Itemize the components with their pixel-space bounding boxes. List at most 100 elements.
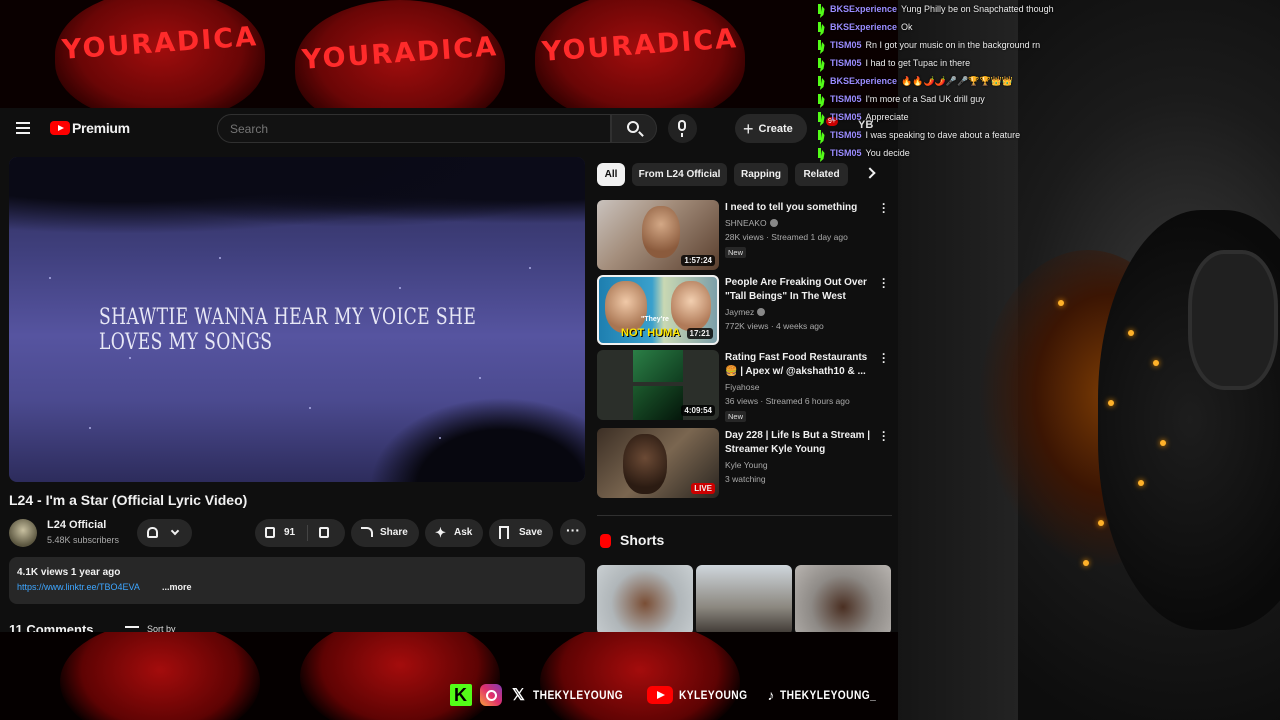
- recommendation-thumbnail[interactable]: "They're NOT HUMA 17:21: [597, 275, 719, 345]
- overlay-cap-image: YOURADICA: [295, 0, 505, 108]
- chevron-down-icon: [170, 526, 180, 536]
- recommendation-item[interactable]: LIVE Day 228 | Life Is But a Stream | St…: [597, 426, 892, 498]
- light-spark: [1098, 520, 1104, 526]
- chip-from-channel[interactable]: From L24 Official: [632, 163, 727, 186]
- chat-text: I'm more of a Sad UK drill guy: [865, 94, 985, 104]
- share-button[interactable]: Share: [351, 519, 419, 547]
- recommendation-channel[interactable]: Fiyahose: [725, 382, 760, 392]
- thumb-up-icon[interactable]: [265, 527, 275, 538]
- bell-icon: [147, 527, 158, 538]
- chat-text: Ok: [901, 22, 913, 32]
- chat-message: TISM05 Rn I got your music on in the bac…: [818, 36, 1080, 54]
- star: [439, 437, 441, 439]
- youtube-handle: KYLEYOUNG: [678, 688, 748, 702]
- cap-text: YOURADICA: [60, 21, 259, 66]
- short-card[interactable]: [795, 565, 891, 632]
- chat-text: Yung Philly be on Snapchatted though: [901, 4, 1054, 14]
- search-button[interactable]: [611, 114, 657, 143]
- kick-badge-icon: [818, 94, 827, 104]
- thumb-down-icon[interactable]: [319, 527, 329, 538]
- shorts-heading: Shorts: [620, 532, 665, 548]
- video-player[interactable]: SHAWTIE WANNA HEAR MY VOICE SHE LOVES MY…: [9, 157, 585, 482]
- bookmark-icon: [499, 526, 509, 539]
- like-count[interactable]: 91: [284, 527, 295, 538]
- description-more-link[interactable]: ...more: [162, 582, 192, 592]
- channel-avatar[interactable]: [9, 519, 37, 547]
- search-input[interactable]: [218, 115, 610, 142]
- create-button[interactable]: + Create: [735, 114, 807, 143]
- save-button[interactable]: Save: [489, 519, 553, 547]
- recommendation-channel[interactable]: Kyle Young: [725, 460, 768, 470]
- kebab-menu-icon[interactable]: · · ·: [880, 198, 888, 218]
- youtube-brand[interactable]: Premium: [72, 120, 130, 136]
- chat-text: 🔥🔥🌶️🌶️🎤🎤🏆🏆👑👑: [901, 75, 1014, 86]
- voice-search-button[interactable]: [668, 114, 697, 143]
- comments-count: 11 Comments: [9, 622, 94, 632]
- thumbnail-game-frame: [633, 350, 683, 382]
- channel-name[interactable]: L24 Official: [47, 519, 106, 531]
- kick-badge-icon: [818, 22, 827, 32]
- recommendation-item[interactable]: 4:09:54 Rating Fast Food Restaurants 🍔 |…: [597, 348, 892, 422]
- divider: [307, 525, 308, 541]
- recommendation-title[interactable]: Day 228 | Life Is But a Stream | Streame…: [725, 429, 875, 457]
- kick-badge-icon: [818, 4, 827, 14]
- recommendation-item[interactable]: 1:57:24 I need to tell you something SHN…: [597, 198, 892, 270]
- kebab-menu-icon[interactable]: · · ·: [880, 348, 888, 368]
- lyric-caption: SHAWTIE WANNA HEAR MY VOICE SHE LOVES MY…: [99, 305, 477, 355]
- thumbnail-text: NOT HUMA: [621, 327, 681, 339]
- x-handle: THEKYLEYOUNG: [532, 688, 624, 702]
- chat-username: TISM05: [830, 40, 862, 50]
- star: [529, 267, 531, 269]
- divider: [597, 515, 892, 516]
- recommendation-title[interactable]: People Are Freaking Out Over "Tall Being…: [725, 276, 875, 305]
- recommendation-thumbnail[interactable]: LIVE: [597, 428, 719, 498]
- hamburger-menu-icon[interactable]: [16, 122, 30, 134]
- chevron-right-icon[interactable]: [864, 167, 876, 179]
- cap-text: YOURADICA: [300, 31, 499, 76]
- youtube-logo-icon: [646, 686, 673, 704]
- more-actions-button[interactable]: ···: [560, 519, 586, 545]
- recommendation-channel[interactable]: SHNEAKO: [725, 218, 778, 228]
- light-spark: [1058, 300, 1064, 306]
- recommendation-thumbnail[interactable]: 4:09:54: [597, 350, 719, 420]
- like-dislike-group: 91: [255, 519, 345, 547]
- recommendation-meta: 3 watching: [725, 474, 766, 484]
- recommendation-thumbnail[interactable]: 1:57:24: [597, 200, 719, 270]
- sparkle-icon: ✦: [435, 525, 446, 540]
- recommendation-item[interactable]: "They're NOT HUMA 17:21 People Are Freak…: [597, 273, 892, 345]
- video-duration: 1:57:24: [681, 255, 715, 266]
- chat-message: BKSExperience Yung Philly be on Snapchat…: [818, 0, 1080, 18]
- short-card[interactable]: [597, 565, 693, 632]
- x-logo-icon: 𝕏: [512, 687, 525, 704]
- light-spark: [1138, 480, 1144, 486]
- thumbnail-text: "They're: [641, 316, 669, 323]
- chat-username: TISM05: [830, 94, 862, 104]
- kebab-menu-icon[interactable]: · · ·: [880, 273, 888, 293]
- verified-icon: [757, 308, 766, 316]
- youtube-logo-icon[interactable]: [50, 121, 70, 135]
- video-stats: 4.1K views 1 year ago: [17, 567, 121, 578]
- sort-icon[interactable]: [125, 626, 139, 632]
- overlay-cap-image: YOURADICA: [535, 0, 745, 108]
- recommendation-channel[interactable]: Jaymez: [725, 307, 766, 317]
- chip-rapping[interactable]: Rapping: [734, 163, 788, 186]
- short-card[interactable]: [696, 565, 792, 632]
- ask-button[interactable]: ✦ Ask: [425, 519, 483, 547]
- recommendation-title[interactable]: Rating Fast Food Restaurants 🍔 | Apex w/…: [725, 351, 875, 379]
- chip-all[interactable]: All: [597, 163, 625, 186]
- description-link[interactable]: https://www.linktr.ee/TBO4EVA: [17, 582, 140, 592]
- chip-related[interactable]: Related: [795, 163, 848, 186]
- subscription-bell-button[interactable]: [137, 519, 192, 547]
- search-box[interactable]: [217, 114, 611, 143]
- chat-username: BKSExperience: [830, 22, 898, 32]
- create-label: Create: [758, 122, 793, 135]
- kebab-menu-icon[interactable]: · · ·: [880, 426, 888, 446]
- new-badge: New: [725, 247, 747, 258]
- instagram-logo-icon: [480, 684, 502, 706]
- video-duration: 17:21: [686, 328, 713, 339]
- sort-label[interactable]: Sort by: [147, 624, 176, 632]
- search-icon: [627, 121, 639, 133]
- kick-badge-icon: [818, 112, 827, 122]
- recommendation-title[interactable]: I need to tell you something: [725, 201, 875, 215]
- description-box[interactable]: 4.1K views 1 year ago https://www.linktr…: [9, 557, 585, 604]
